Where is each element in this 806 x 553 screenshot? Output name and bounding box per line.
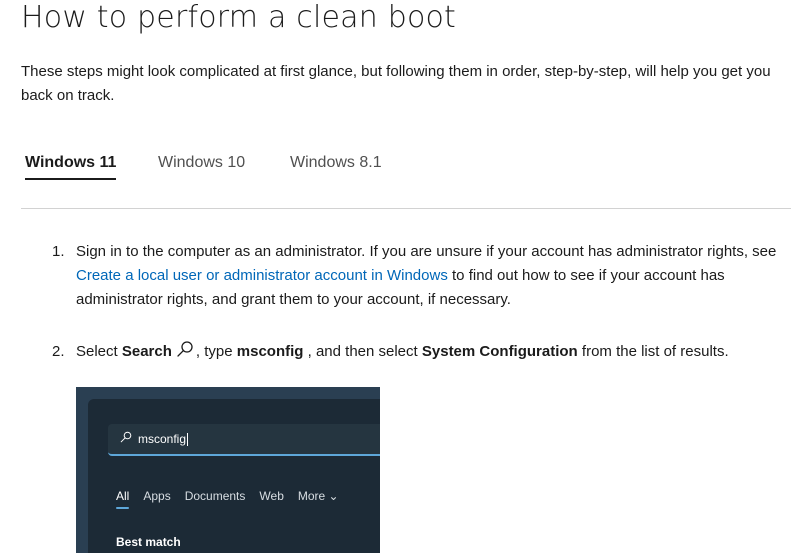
page-title: How to perform a clean boot [21,0,457,35]
tabs-divider [21,208,791,209]
step-text: Select [76,343,122,360]
filter-web: Web [259,489,284,503]
search-icon [120,430,132,448]
msconfig-term: msconfig [236,343,304,360]
step-number: 2. [52,343,65,360]
create-account-link[interactable]: Create a local user or administrator acc… [76,267,448,284]
search-input: msconfig [108,424,380,456]
tab-windows-11[interactable]: Windows 11 [21,150,120,180]
filter-apps: Apps [143,489,171,503]
filter-more: More ⌄ [297,489,339,503]
step-number: 1. [52,243,65,260]
filter-all: All [116,489,130,509]
text-caret [187,432,189,446]
tab-windows-10[interactable]: Windows 10 [154,150,249,180]
search-filters: All Apps Documents Web More ⌄ [116,489,353,509]
step-text: from the list of results. [577,343,729,360]
system-configuration-term: System Configuration [421,343,578,360]
step-text: , and then select [303,343,422,360]
step-1: 1. Sign in to the computer as an adminis… [52,240,782,312]
steps-list: 1. Sign in to the computer as an adminis… [52,240,782,364]
os-version-tabs: Windows 11 Windows 10 Windows 8.1 [21,150,801,182]
filter-documents: Documents [184,489,246,503]
step-2: 2. Select Search , type msconfig , and th… [52,340,782,364]
msconfig-search-screenshot: msconfig All Apps Documents Web More ⌄ B… [76,387,380,553]
search-term: Search [121,343,172,360]
step-text: Sign in to the computer as an administra… [76,243,777,260]
step-text: , type [195,343,237,360]
intro-paragraph: These steps might look complicated at fi… [21,63,771,104]
search-panel: msconfig All Apps Documents Web More ⌄ B… [88,399,380,553]
best-match-heading: Best match [116,535,181,549]
tab-windows-8-1[interactable]: Windows 8.1 [286,150,386,180]
search-icon [176,340,194,358]
search-value: msconfig [138,432,187,446]
